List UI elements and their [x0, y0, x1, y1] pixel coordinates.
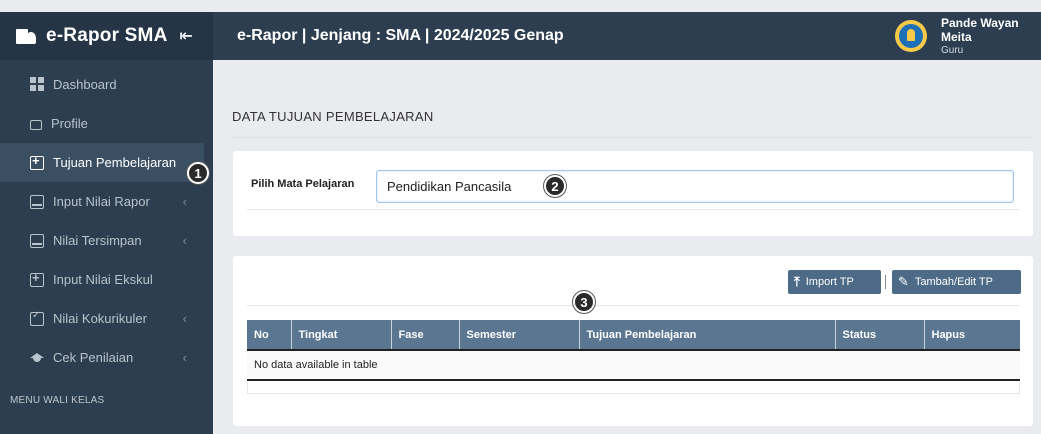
sidebar: e-Rapor SMA ⇤ Dashboard Profile Tujuan P… — [0, 12, 213, 434]
sidebar-nav: Dashboard Profile Tujuan Pembelajaran In… — [0, 64, 213, 377]
brand: e-Rapor SMA ⇤ — [0, 12, 213, 60]
chevron-left-icon: ‹ — [182, 233, 187, 248]
button-separator — [885, 275, 886, 289]
column-header-status[interactable]: Status — [835, 320, 925, 350]
callout-badge-1: 1 — [187, 162, 209, 184]
sidebar-item-label: Nilai Tersimpan — [53, 233, 142, 248]
tambah-edit-tp-label: Tambah/Edit TP — [914, 276, 993, 288]
chevron-left-icon: ‹ — [182, 350, 187, 365]
import-tp-button[interactable]: ⤒ Import TP — [788, 270, 881, 294]
user-menu[interactable]: Pande Wayan Meita Guru — [895, 12, 1041, 60]
column-header-semester[interactable]: Semester — [459, 320, 580, 350]
page-title: DATA TUJUAN PEMBELAJARAN — [232, 109, 434, 124]
mapel-card: Pilih Mata Pelajaran Pendidikan Pancasil… — [233, 151, 1033, 236]
book-icon — [30, 233, 44, 248]
card-divider — [247, 305, 1019, 306]
title-divider — [232, 137, 1033, 138]
chevron-left-icon: ‹ — [182, 311, 187, 326]
table-header-row: No Tingkat Fase Semester Tujuan Pembelaj… — [247, 320, 1020, 350]
column-header-hapus[interactable]: Hapus — [924, 320, 1020, 350]
book-icon — [30, 194, 44, 209]
user-name: Pande Wayan Meita — [941, 16, 1019, 44]
tp-table: No Tingkat Fase Semester Tujuan Pembelaj… — [247, 320, 1020, 381]
add-box-icon — [30, 270, 44, 287]
graduation-cap-icon — [30, 351, 44, 365]
upload-icon: ⤒ — [794, 274, 800, 289]
user-info: Pande Wayan Meita Guru — [941, 16, 1041, 56]
sidebar-item-input-nilai-rapor[interactable]: Input Nilai Rapor ‹ — [0, 182, 213, 221]
table-row: No data available in table — [247, 349, 1020, 381]
main-content: DATA TUJUAN PEMBELAJARAN Pilih Mata Pela… — [213, 60, 1041, 434]
column-header-tujuan-pembelajaran[interactable]: Tujuan Pembelajaran — [579, 320, 836, 350]
sidebar-item-tujuan-pembelajaran[interactable]: Tujuan Pembelajaran — [0, 143, 204, 182]
sidebar-item-label: Profile — [51, 116, 88, 131]
column-header-tingkat[interactable]: Tingkat — [291, 320, 392, 350]
sidebar-item-label: Input Nilai Rapor — [53, 194, 150, 209]
tambah-edit-tp-button[interactable]: ✎ Tambah/Edit TP — [892, 270, 1021, 294]
user-role: Guru — [941, 45, 964, 56]
sidebar-item-dashboard[interactable]: Dashboard — [0, 64, 213, 104]
app-logo-icon — [16, 26, 38, 46]
sidebar-section-header: MENU WALI KELAS — [10, 394, 105, 406]
callout-badge-2: 2 — [544, 175, 566, 197]
sidebar-item-nilai-kokurikuler[interactable]: Nilai Kokurikuler ‹ — [0, 299, 213, 338]
sidebar-item-cek-penilaian[interactable]: Cek Penilaian ‹ — [0, 338, 213, 377]
add-box-icon — [30, 153, 44, 170]
chevron-left-icon: ‹ — [182, 194, 187, 209]
sidebar-item-label: Nilai Kokurikuler — [53, 311, 147, 326]
mapel-select[interactable]: Pendidikan Pancasila — [376, 170, 1014, 203]
sidebar-item-input-nilai-ekskul[interactable]: Input Nilai Ekskul — [0, 260, 213, 299]
card-divider — [247, 209, 1019, 210]
top-bar: e-Rapor | Jenjang : SMA | 2024/2025 Gena… — [213, 12, 1041, 60]
column-header-fase[interactable]: Fase — [391, 320, 460, 350]
sidebar-item-label: Dashboard — [53, 76, 117, 92]
sidebar-item-nilai-tersimpan[interactable]: Nilai Tersimpan ‹ — [0, 221, 213, 260]
sidebar-item-label: Cek Penilaian — [53, 350, 134, 365]
header-title: e-Rapor | Jenjang : SMA | 2024/2025 Gena… — [237, 27, 564, 44]
sidebar-item-profile[interactable]: Profile — [0, 104, 213, 143]
mapel-label: Pilih Mata Pelajaran — [251, 178, 355, 190]
avatar — [895, 20, 927, 52]
collapse-sidebar-icon[interactable]: ⇤ — [180, 26, 193, 46]
tp-table-card: ⤒ Import TP ✎ Tambah/Edit TP No Tingkat … — [233, 256, 1033, 426]
tut-wuri-logo-icon — [899, 24, 923, 48]
sidebar-item-label: Input Nilai Ekskul — [53, 272, 153, 287]
edit-icon: ✎ — [898, 274, 909, 289]
dashboard-icon — [30, 77, 44, 91]
column-header-no[interactable]: No — [247, 320, 292, 350]
callout-badge-3: 3 — [573, 291, 595, 313]
sidebar-item-label: Tujuan Pembelajaran — [53, 155, 177, 170]
brand-title: e-Rapor SMA — [46, 25, 168, 46]
table-footer — [247, 382, 1020, 394]
empty-table-message: No data available in table — [247, 349, 1020, 381]
import-tp-label: Import TP — [805, 276, 854, 288]
profile-icon — [30, 119, 42, 130]
clipboard-check-icon — [30, 310, 44, 326]
